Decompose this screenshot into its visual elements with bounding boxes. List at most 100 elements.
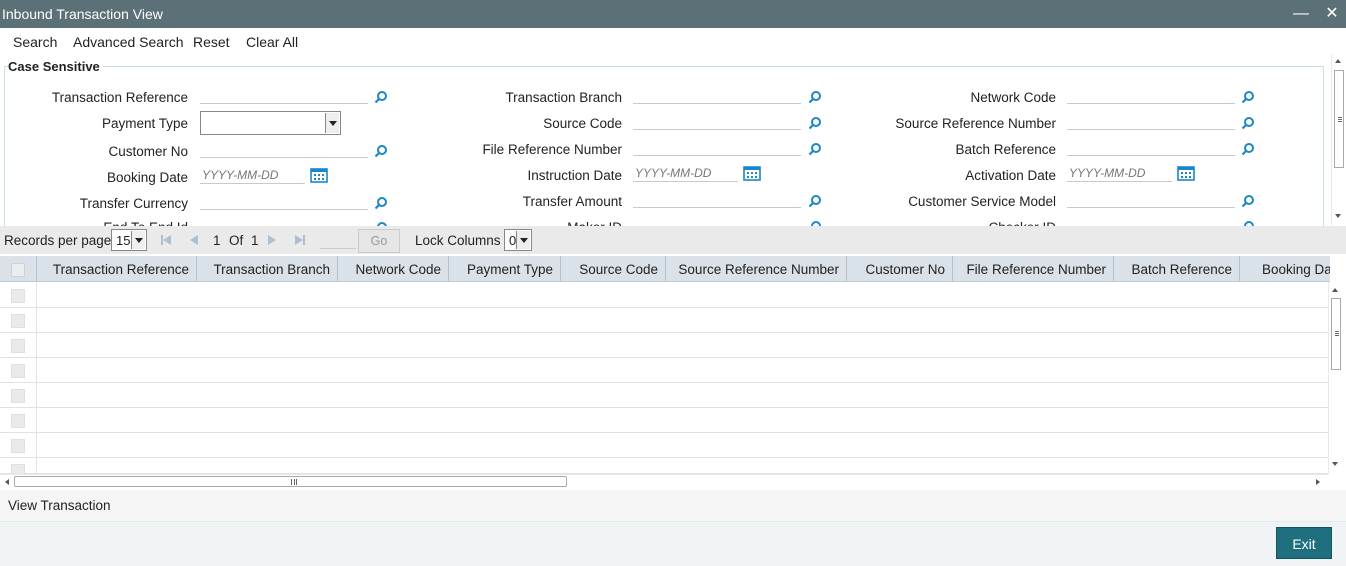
column-header-network-code[interactable]: Network Code — [338, 256, 449, 282]
chevron-down-icon[interactable] — [325, 113, 339, 133]
batch-reference-lookup-icon[interactable] — [1241, 142, 1255, 156]
clear-all-button[interactable]: Clear All — [246, 34, 298, 50]
label-source-reference-number: Source Reference Number — [895, 116, 1056, 131]
column-header-file-reference-number[interactable]: File Reference Number — [953, 256, 1114, 282]
label-transfer-currency: Transfer Currency — [79, 196, 188, 211]
customer-no-input[interactable] — [200, 140, 368, 158]
row-checkbox[interactable] — [11, 439, 25, 453]
label-network-code: Network Code — [970, 90, 1056, 105]
table-row[interactable] — [0, 458, 1328, 478]
booking-date-input[interactable] — [200, 166, 305, 184]
activation-date-calendar-icon[interactable] — [1177, 165, 1195, 181]
column-header-source-reference-number[interactable]: Source Reference Number — [666, 256, 847, 282]
records-per-page-label: Records per page — [4, 233, 112, 248]
label-transfer-amount: Transfer Amount — [522, 194, 622, 209]
lock-columns-select[interactable]: 0 — [504, 229, 532, 251]
reset-button[interactable]: Reset — [193, 34, 230, 50]
grid-vertical-scrollbar[interactable] — [1328, 282, 1341, 474]
transfer-amount-input[interactable] — [633, 190, 801, 208]
label-payment-type: Payment Type — [101, 116, 188, 131]
select-all-checkbox[interactable] — [11, 263, 25, 277]
grid-horizontal-scrollbar[interactable] — [0, 474, 1328, 488]
row-checkbox[interactable] — [11, 289, 25, 303]
instruction-date-calendar-icon[interactable] — [743, 165, 761, 181]
chevron-down-icon[interactable] — [516, 231, 530, 249]
batch-reference-input[interactable] — [1067, 138, 1235, 156]
column-header-customer-no[interactable]: Customer No — [847, 256, 953, 282]
scrollbar-thumb[interactable] — [1331, 298, 1341, 370]
advanced-search-button[interactable]: Advanced Search — [73, 34, 184, 50]
previous-page-icon[interactable] — [188, 234, 200, 246]
first-page-icon[interactable] — [160, 234, 172, 246]
column-header-transaction-reference[interactable]: Transaction Reference — [37, 256, 197, 282]
row-checkbox[interactable] — [11, 364, 25, 378]
search-button[interactable]: Search — [13, 34, 57, 50]
source-code-input[interactable] — [633, 112, 801, 130]
scroll-down-icon[interactable] — [1332, 462, 1338, 466]
column-header-transaction-branch[interactable]: Transaction Branch — [197, 256, 338, 282]
column-header-payment-type[interactable]: Payment Type — [449, 256, 561, 282]
row-checkbox[interactable] — [11, 314, 25, 328]
table-row[interactable] — [0, 383, 1328, 408]
transfer-currency-input[interactable] — [200, 192, 368, 210]
total-pages: 1 — [251, 233, 259, 248]
network-code-input[interactable] — [1067, 86, 1235, 104]
view-transaction-link[interactable]: View Transaction — [8, 498, 111, 513]
customer-service-model-input[interactable] — [1067, 190, 1235, 208]
table-row[interactable] — [0, 308, 1328, 333]
records-per-page-select[interactable]: 15 — [111, 229, 147, 251]
table-row[interactable] — [0, 408, 1328, 433]
scrollbar-thumb[interactable] — [14, 476, 567, 487]
pagination-bar: Records per page 15 1 Of 1 Go Lock Colum… — [0, 226, 1346, 254]
transaction-reference-input[interactable] — [200, 86, 368, 104]
file-reference-number-input[interactable] — [633, 138, 801, 156]
scroll-right-icon[interactable] — [1316, 479, 1320, 485]
table-row[interactable] — [0, 433, 1328, 458]
label-transaction-branch: Transaction Branch — [505, 90, 622, 105]
table-row[interactable] — [0, 283, 1328, 308]
lock-columns-label: Lock Columns — [415, 233, 501, 248]
last-page-icon[interactable] — [294, 234, 306, 246]
scroll-up-icon[interactable] — [1335, 59, 1341, 63]
column-header-batch-reference[interactable]: Batch Reference — [1114, 256, 1240, 282]
row-checkbox[interactable] — [11, 339, 25, 353]
chevron-down-icon[interactable] — [131, 231, 145, 249]
table-row[interactable] — [0, 358, 1328, 383]
booking-date-calendar-icon[interactable] — [310, 167, 328, 183]
network-code-lookup-icon[interactable] — [1241, 90, 1255, 104]
payment-type-select[interactable] — [200, 111, 341, 135]
exit-button[interactable]: Exit — [1276, 527, 1332, 559]
label-file-reference-number: File Reference Number — [482, 142, 622, 157]
go-button[interactable]: Go — [358, 229, 400, 253]
minimize-icon[interactable]: — — [1291, 4, 1311, 24]
column-header-booking-date[interactable]: Booking Date — [1240, 256, 1330, 282]
close-icon[interactable]: ✕ — [1322, 4, 1342, 24]
row-checkbox[interactable] — [11, 414, 25, 428]
instruction-date-input[interactable] — [633, 164, 738, 182]
customer-service-model-lookup-icon[interactable] — [1241, 194, 1255, 208]
scroll-down-icon[interactable] — [1335, 214, 1341, 218]
scroll-left-icon[interactable] — [5, 479, 9, 485]
column-header-source-code[interactable]: Source Code — [561, 256, 666, 282]
select-all-header — [0, 256, 37, 282]
label-customer-no: Customer No — [108, 144, 188, 159]
search-panel-scrollbar[interactable] — [1331, 54, 1344, 226]
row-checkbox[interactable] — [11, 389, 25, 403]
action-bar: Exit — [0, 521, 1346, 566]
label-transaction-reference: Transaction Reference — [51, 90, 188, 105]
case-sensitive-legend: Case Sensitive — [8, 59, 103, 74]
source-reference-number-input[interactable] — [1067, 112, 1235, 130]
source-reference-number-lookup-icon[interactable] — [1241, 116, 1255, 130]
label-batch-reference: Batch Reference — [955, 142, 1056, 157]
table-row[interactable] — [0, 333, 1328, 358]
label-customer-service-model: Customer Service Model — [908, 194, 1056, 209]
grid-footer: View Transaction — [0, 490, 1346, 521]
next-page-icon[interactable] — [266, 234, 278, 246]
scrollbar-thumb[interactable] — [1334, 70, 1344, 168]
activation-date-input[interactable] — [1067, 164, 1172, 182]
results-grid: Transaction Reference Transaction Branch… — [0, 254, 1346, 490]
transaction-branch-input[interactable] — [633, 86, 801, 104]
page-number-input[interactable] — [320, 231, 356, 249]
scroll-up-icon[interactable] — [1332, 288, 1338, 292]
toolbar: Search Advanced Search Reset Clear All — [0, 28, 1346, 54]
